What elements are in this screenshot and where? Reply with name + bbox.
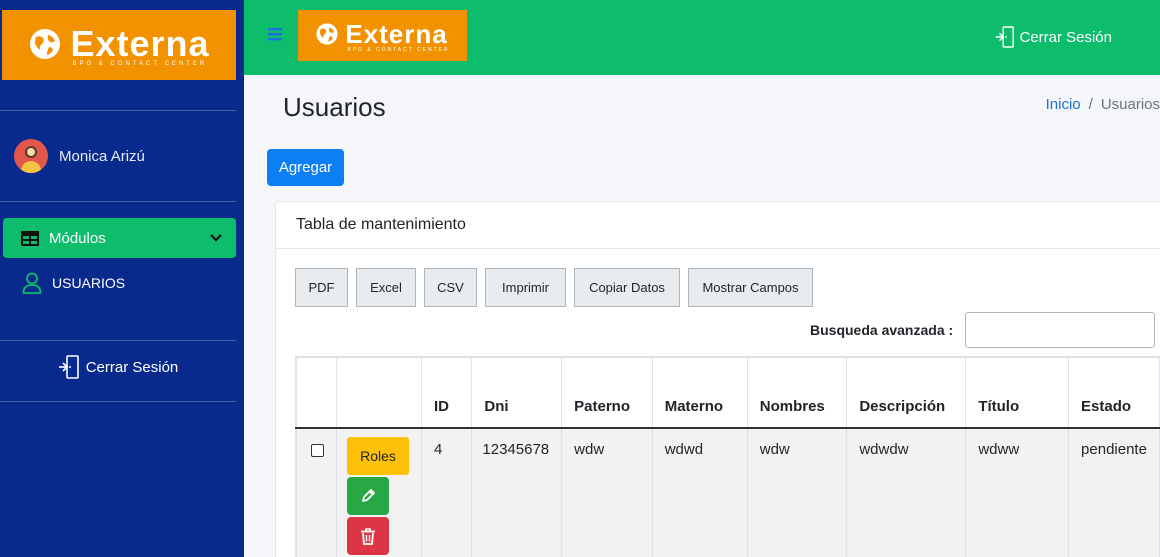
column-header-estado[interactable]: Estado xyxy=(1068,356,1160,429)
sidebar-logout-button[interactable]: Cerrar Sesión xyxy=(0,355,236,379)
copy-data-button[interactable]: Copiar Datos xyxy=(574,268,680,307)
header-logo[interactable]: Externa BPO & CONTACT CENTER xyxy=(298,10,467,61)
breadcrumb: Inicio / Usuarios xyxy=(1046,96,1160,113)
page-title: Usuarios xyxy=(283,92,386,122)
cell-titulo: wdww xyxy=(965,428,1070,557)
sidebar-divider xyxy=(0,340,236,341)
sidebar-divider xyxy=(0,110,236,111)
trash-icon xyxy=(361,527,375,545)
column-header-materno[interactable]: Materno xyxy=(652,356,748,429)
sidebar-item-label: Módulos xyxy=(49,229,106,247)
sidebar-item-modules[interactable]: Módulos xyxy=(3,218,236,258)
logout-label: Cerrar Sesión xyxy=(1019,28,1112,46)
breadcrumb-home-link[interactable]: Inicio xyxy=(1046,96,1081,113)
table-header-row: ID Dni Paterno Materno Nombres Descripci… xyxy=(295,356,1160,429)
header-logout-button[interactable]: Cerrar Sesión xyxy=(995,26,1112,48)
pencil-icon xyxy=(362,489,375,502)
logout-icon xyxy=(58,355,79,379)
column-header-titulo[interactable]: Título xyxy=(965,356,1070,429)
actions-cell: Roles xyxy=(336,428,422,557)
column-header-nombres[interactable]: Nombres xyxy=(747,356,848,429)
avatar xyxy=(14,139,48,173)
globe-icon xyxy=(30,29,61,59)
export-csv-button[interactable]: CSV xyxy=(424,268,477,307)
row-checkbox[interactable] xyxy=(311,444,324,457)
cell-dni: 12345678 xyxy=(471,428,563,557)
cell-paterno: wdw xyxy=(561,428,653,557)
export-pdf-button[interactable]: PDF xyxy=(295,268,348,307)
menu-icon[interactable] xyxy=(268,27,282,41)
sidebar-divider xyxy=(0,201,236,202)
chevron-down-icon xyxy=(210,234,222,242)
roles-button[interactable]: Roles xyxy=(347,437,409,475)
column-header-paterno[interactable]: Paterno xyxy=(561,356,653,429)
sidebar-logo[interactable]: Externa BPO & CONTACT CENTER xyxy=(2,10,236,80)
user-panel[interactable]: Monica Arizú xyxy=(14,139,145,173)
sidebar-item-label: USUARIOS xyxy=(52,275,126,291)
logout-icon xyxy=(996,26,1015,48)
sidebar-item-users[interactable]: USUARIOS xyxy=(22,272,125,294)
table-row: Roles 4 12345678 wdw wdwd wdw wdwdw wdww… xyxy=(295,428,1160,557)
card-title: Tabla de mantenimiento xyxy=(276,202,1160,249)
edit-button[interactable] xyxy=(347,477,389,515)
sidebar-divider xyxy=(0,401,236,402)
column-header-dni[interactable]: Dni xyxy=(471,356,563,429)
column-header-id[interactable]: ID xyxy=(421,356,473,429)
select-cell xyxy=(295,428,337,557)
users-table: ID Dni Paterno Materno Nombres Descripci… xyxy=(295,356,1160,557)
cell-nombres: wdw xyxy=(747,428,848,557)
cell-descripcion: wdwdw xyxy=(846,428,967,557)
brand-name: Externa xyxy=(70,23,210,64)
breadcrumb-current: Usuarios xyxy=(1100,96,1160,113)
search-input[interactable] xyxy=(965,312,1155,348)
globe-icon xyxy=(316,23,338,45)
logout-label: Cerrar Sesión xyxy=(85,358,179,376)
cell-materno: wdwd xyxy=(652,428,748,557)
search-label: Busqueda avanzada : xyxy=(810,322,954,338)
table-icon xyxy=(21,230,39,246)
show-columns-button[interactable]: Mostrar Campos xyxy=(688,268,813,307)
brand-tagline: BPO & CONTACT CENTER xyxy=(72,61,208,67)
cell-id: 4 xyxy=(421,428,473,557)
brand-name: Externa xyxy=(345,18,448,49)
brand-tagline: BPO & CONTACT CENTER xyxy=(347,46,450,53)
delete-button[interactable] xyxy=(347,517,389,555)
print-button[interactable]: Imprimir xyxy=(485,268,566,307)
column-header-descripcion[interactable]: Descripción xyxy=(846,356,967,429)
user-name: Monica Arizú xyxy=(59,147,145,165)
add-button[interactable]: Agregar xyxy=(267,149,344,186)
breadcrumb-separator: / xyxy=(1088,96,1093,113)
user-icon xyxy=(22,272,42,294)
export-excel-button[interactable]: Excel xyxy=(356,268,416,307)
top-navbar: Externa BPO & CONTACT CENTER Cerrar Sesi… xyxy=(244,0,1160,75)
sidebar: Externa BPO & CONTACT CENTER Monica Ariz… xyxy=(0,0,244,557)
column-header-select xyxy=(295,356,337,429)
column-header-actions xyxy=(336,356,422,429)
cell-estado: pendiente xyxy=(1068,428,1160,557)
